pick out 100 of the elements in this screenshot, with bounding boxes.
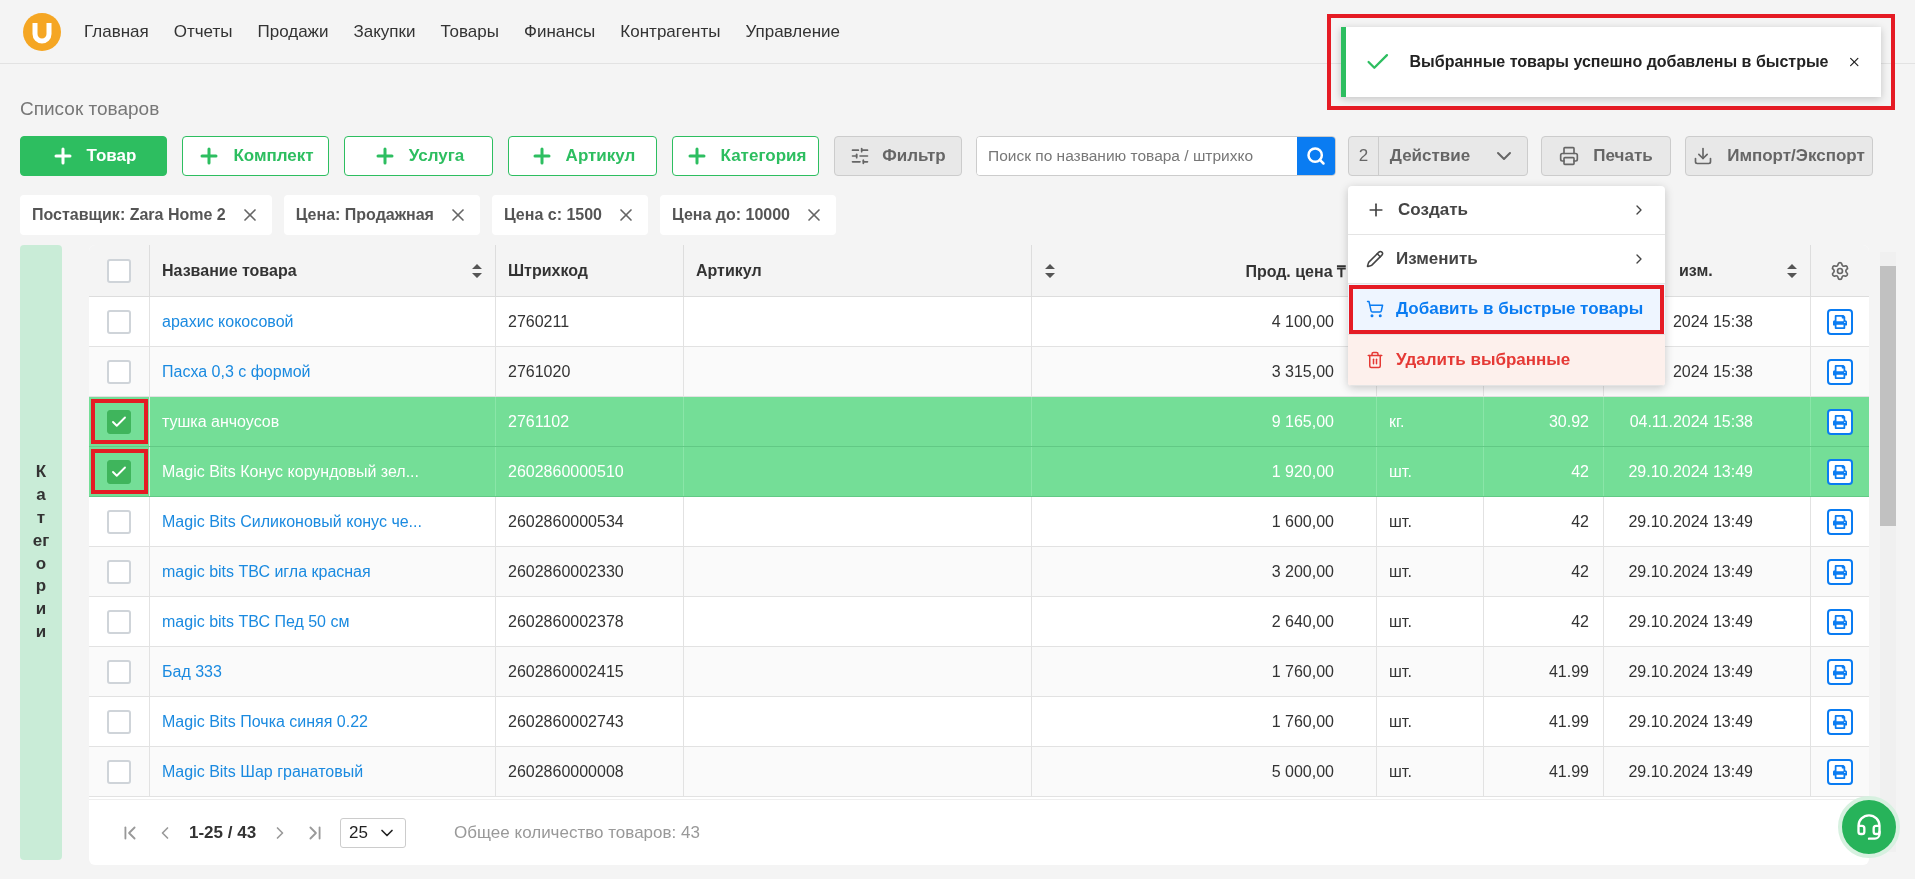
add-button[interactable]: Услуга — [344, 136, 493, 176]
price-cell: 1 600,00 — [1271, 512, 1334, 531]
categories-panel[interactable]: Категории — [20, 245, 62, 860]
row-checkbox[interactable] — [107, 609, 131, 634]
table-row[interactable]: Magic Bits Почка синяя 0.22 2602860002743 1 760,00 шт. 41.99 29.10.2024 13:49 — [89, 697, 1869, 747]
nav-link[interactable]: Финансы — [523, 21, 596, 42]
column-header: Штрихкод — [508, 261, 588, 280]
total-count: Общее количество товаров: 43 — [454, 822, 700, 843]
print-button[interactable] — [1827, 558, 1853, 585]
print-button[interactable] — [1827, 508, 1853, 535]
date-cell: 2024 15:38 — [1672, 362, 1753, 381]
nav-link[interactable]: Продажи — [257, 21, 329, 42]
column-header: Артикул — [696, 261, 762, 280]
page-range: 1-25 / 43 — [189, 822, 257, 843]
print-button[interactable] — [1827, 458, 1853, 485]
price-cell: 2 640,00 — [1271, 612, 1334, 631]
product-link[interactable]: magic bits ТВС Пед 50 см — [162, 612, 350, 631]
row-checkbox[interactable] — [107, 359, 131, 384]
quantity-cell: 42 — [1571, 562, 1589, 581]
printer-icon — [1559, 146, 1580, 166]
nav-link[interactable]: Товары — [440, 21, 499, 42]
column-header: Название товара — [162, 261, 297, 280]
add-button[interactable]: Комплект — [182, 136, 329, 176]
filter-label: Поставщик: Zara Home 2 — [32, 206, 226, 224]
product-link[interactable]: Бад 333 — [162, 662, 222, 681]
categories-label: Категории — [32, 460, 50, 644]
table-row[interactable]: magic bits ТВС Пед 50 см 2602860002378 2 640,00 шт. 42 29.10.2024 13:49 — [89, 597, 1869, 647]
headset-icon — [1855, 813, 1883, 841]
scrollbar[interactable] — [1880, 252, 1896, 852]
import-export-button[interactable]: Импорт/Экспорт — [1685, 136, 1873, 176]
price-cell: 1 920,00 — [1271, 462, 1334, 481]
print-button[interactable] — [1827, 308, 1853, 335]
row-checkbox[interactable] — [107, 559, 131, 584]
print-button[interactable] — [1827, 608, 1853, 635]
product-link[interactable]: magic bits ТВС игла красная — [162, 562, 371, 581]
menu-item[interactable]: Удалить выбранные — [1348, 335, 1665, 386]
barcode-cell: 2761020 — [508, 362, 571, 381]
nav-link[interactable]: Управление — [745, 21, 840, 42]
add-button[interactable]: Артикул — [508, 136, 657, 176]
action-dropdown[interactable]: 2 Действие — [1348, 136, 1528, 176]
product-link[interactable]: Magic Bits Силиконовый конус че... — [162, 512, 422, 531]
nav-link[interactable]: Закупки — [353, 21, 416, 42]
column-header: изм. — [1679, 261, 1713, 280]
menu-item[interactable]: Создать — [1348, 186, 1665, 235]
search-field[interactable]: Поиск по названию товара / штрихко — [976, 136, 1336, 176]
row-checkbox[interactable] — [107, 759, 131, 784]
sort-icon[interactable] — [1044, 262, 1056, 279]
table-row[interactable]: Magic Bits Шар гранатовый 2602860000008 5 000,00 шт. 41.99 29.10.2024 13:49 — [89, 747, 1869, 797]
barcode-cell: 2760211 — [508, 312, 570, 331]
quantity-cell: 41.99 — [1548, 762, 1589, 781]
settings-icon[interactable] — [1830, 260, 1850, 281]
add-button[interactable]: Товар — [20, 136, 167, 176]
unit-cell: шт. — [1389, 662, 1412, 681]
add-button[interactable]: Категория — [672, 136, 819, 176]
printer-icon — [1833, 564, 1847, 579]
sort-icon[interactable] — [471, 262, 483, 279]
table-row[interactable]: magic bits ТВС игла красная 2602860002330 3 200,00 шт. 42 29.10.2024 13:49 — [89, 547, 1869, 597]
print-button[interactable] — [1827, 658, 1853, 685]
product-link[interactable]: Magic Bits Почка синяя 0.22 — [162, 712, 368, 731]
barcode-cell: 2602860002415 — [508, 662, 624, 681]
row-checkbox[interactable] — [107, 309, 131, 334]
table-row[interactable]: Magic Bits Силиконовый конус че... 2602860000534 1 600,00 шт. 42 29.10.2024 13:49 — [89, 497, 1869, 547]
column-header: Прод. цена ₸ — [1245, 261, 1346, 282]
print-button[interactable]: Печать — [1541, 136, 1671, 176]
printer-icon — [1833, 314, 1847, 329]
nav-link[interactable]: Контрагенты — [620, 21, 721, 42]
unit-cell: шт. — [1389, 512, 1412, 531]
printer-icon — [1833, 764, 1847, 779]
price-cell: 3 200,00 — [1271, 562, 1334, 581]
nav-link[interactable]: Главная — [84, 21, 149, 42]
quantity-cell: 41.99 — [1548, 662, 1589, 681]
product-link[interactable]: Magic Bits Шар гранатовый — [162, 762, 364, 781]
date-cell: 29.10.2024 13:49 — [1628, 562, 1753, 581]
search-button[interactable] — [1297, 137, 1335, 175]
table-row[interactable]: Бад 333 2602860002415 1 760,00 шт. 41.99 29.10.2024 13:49 — [89, 647, 1869, 697]
product-link[interactable]: Пасха 0,3 с формой — [162, 362, 311, 381]
row-checkbox[interactable] — [107, 509, 131, 534]
print-button[interactable] — [1827, 758, 1853, 785]
filter-button[interactable]: Фильтр — [834, 136, 962, 176]
sort-icon[interactable] — [1786, 262, 1798, 279]
row-checkbox[interactable] — [107, 409, 131, 434]
product-link[interactable]: арахис кокосовой — [162, 312, 294, 331]
row-checkbox[interactable] — [107, 459, 131, 484]
print-button[interactable] — [1827, 408, 1853, 435]
printer-icon — [1833, 364, 1847, 379]
row-checkbox[interactable] — [107, 659, 131, 684]
print-button[interactable] — [1827, 358, 1853, 385]
nav-link[interactable]: Отчеты — [173, 21, 233, 42]
page-size-select[interactable]: 25 — [340, 817, 407, 848]
search-icon — [1306, 146, 1326, 166]
print-button[interactable] — [1827, 708, 1853, 735]
row-checkbox[interactable] — [107, 709, 131, 734]
quantity-cell: 41.99 — [1548, 712, 1589, 731]
date-cell: 04.11.2024 15:38 — [1629, 412, 1753, 431]
printer-icon — [1833, 664, 1847, 679]
menu-item[interactable]: Добавить в быстрые товары — [1348, 284, 1665, 335]
printer-icon — [1833, 414, 1847, 429]
page-title: Список товаров — [20, 98, 161, 121]
select-all-checkbox[interactable] — [107, 258, 131, 283]
barcode-cell: 2602860000534 — [508, 512, 624, 531]
